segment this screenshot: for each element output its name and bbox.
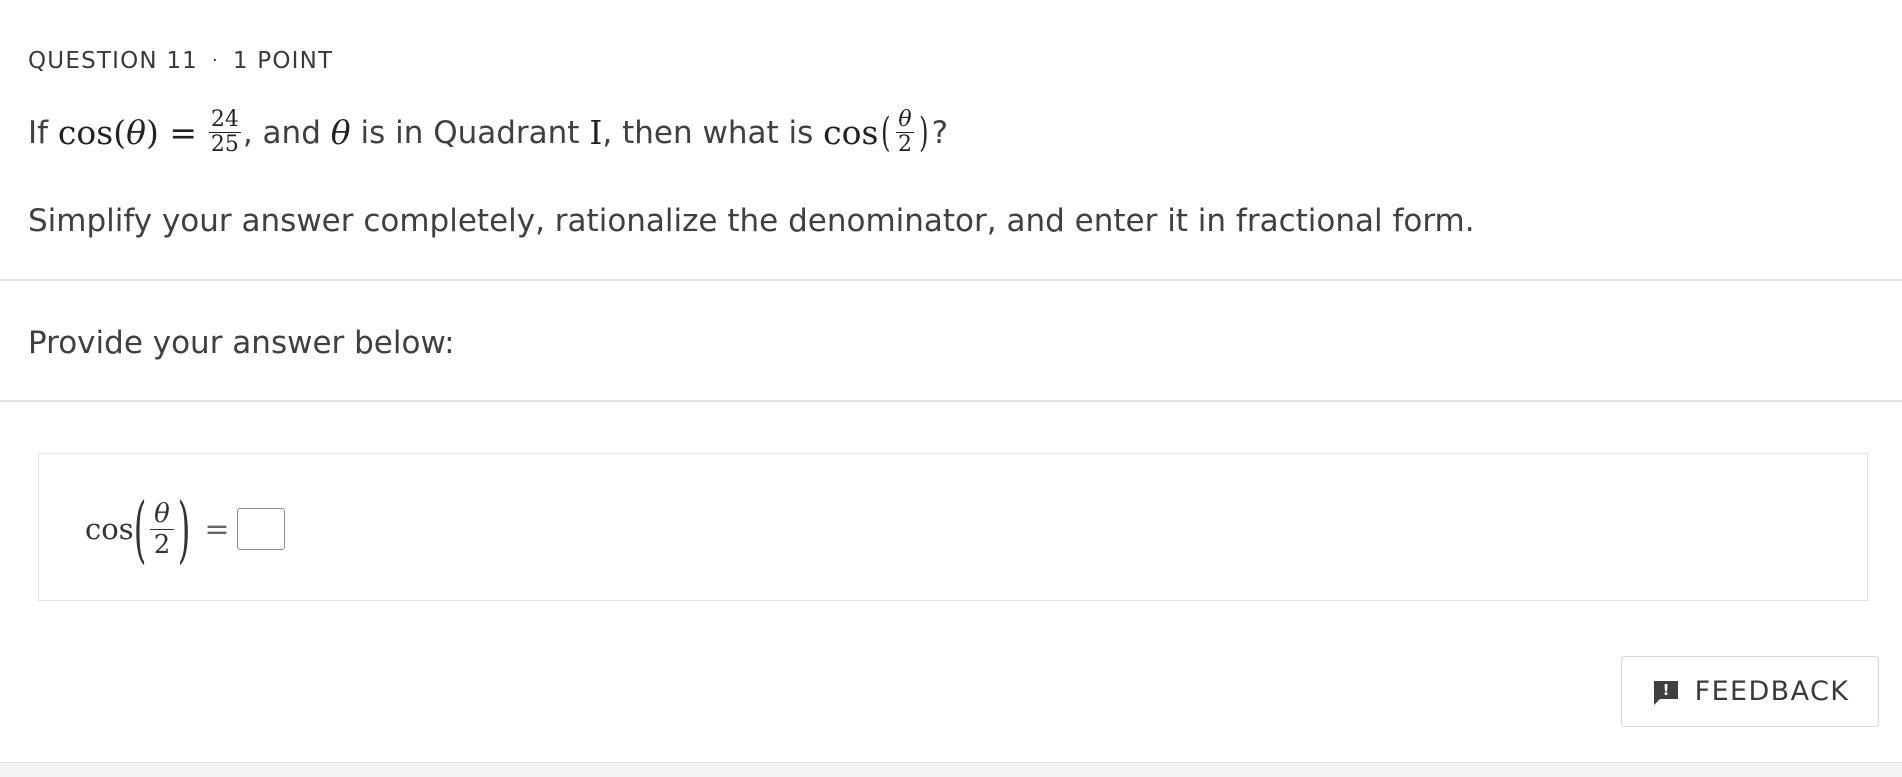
answer-panel: cos ( θ 2 ) = — [38, 453, 1868, 601]
prompt-question-mark: ? — [931, 114, 949, 151]
answer-input[interactable] — [237, 508, 286, 550]
prompt-cos: cos( — [57, 113, 127, 152]
prompt-tail: , then what is — [602, 114, 814, 151]
answer-fraction: θ 2 — [150, 499, 175, 560]
svg-text:!: ! — [1662, 681, 1669, 699]
prompt-mid-2: is in Quadrant — [360, 114, 580, 151]
half-angle-fraction: θ2 — [896, 108, 914, 157]
prompt-theta-2: θ — [330, 113, 351, 152]
feedback-label: FEEDBACK — [1694, 676, 1850, 707]
prompt-theta: θ — [126, 113, 146, 152]
header-separator: · — [212, 50, 219, 71]
prompt-quadrant: I — [589, 113, 603, 152]
fraction-denominator: 25 — [210, 132, 239, 157]
divider-top — [0, 279, 1902, 281]
answer-expression: cos ( θ 2 ) = — [85, 487, 286, 571]
question-prompt: If cos(θ) = 24 25, and θ is in Quadrant I… — [28, 108, 948, 157]
answer-numerator: θ — [150, 499, 174, 530]
divider-bottom — [0, 400, 1902, 402]
fraction-numerator: 24 — [208, 107, 241, 133]
instructions-text: Simplify your answer completely, rationa… — [28, 203, 1475, 239]
bottom-strip — [0, 762, 1902, 777]
feedback-button[interactable]: ! FEEDBACK — [1621, 656, 1879, 727]
provide-answer-label: Provide your answer below: — [28, 325, 455, 361]
half-denominator: 2 — [898, 132, 912, 157]
answer-equals: = — [204, 511, 230, 547]
left-paren: ( — [881, 109, 891, 156]
question-points: 1 POINT — [232, 48, 334, 74]
right-paren: ) — [919, 109, 929, 156]
prompt-fraction: 24 25 — [208, 107, 241, 157]
answer-left-paren: ( — [133, 487, 146, 571]
half-numerator: θ — [896, 107, 914, 133]
prompt-close-eq: ) = — [145, 113, 197, 152]
answer-right-paren: ) — [177, 487, 191, 571]
prompt-lead: If — [28, 114, 49, 151]
prompt-mid: , and — [242, 114, 321, 151]
answer-cos: cos — [85, 512, 134, 546]
question-header: QUESTION 11 · 1 POINT — [28, 48, 333, 74]
prompt-cos-2: cos — [823, 113, 879, 152]
answer-denominator: 2 — [153, 529, 171, 560]
question-number: QUESTION 11 — [28, 48, 198, 74]
feedback-icon: ! — [1651, 677, 1681, 707]
